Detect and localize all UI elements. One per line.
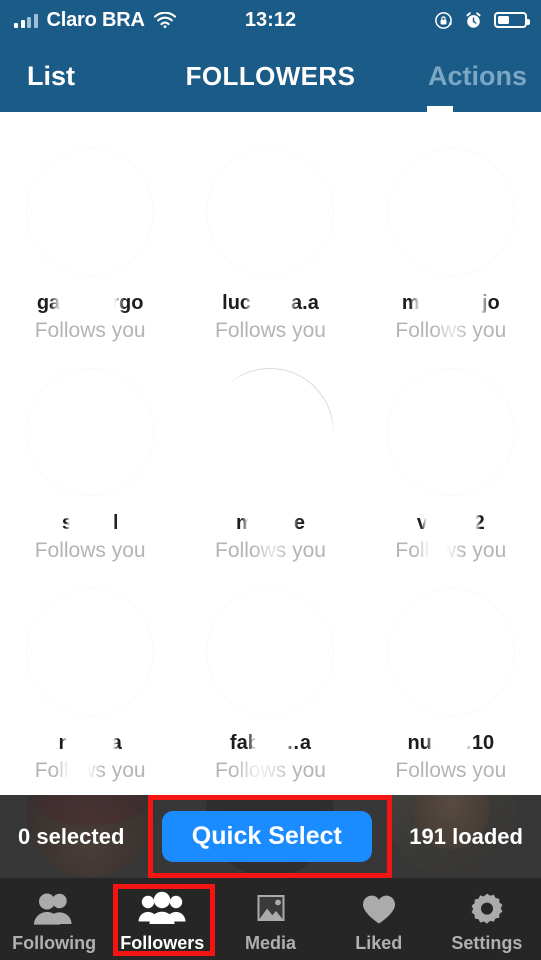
follower-username: m……sejo xyxy=(401,292,500,314)
follower-username: n……a xyxy=(58,732,122,754)
follower-cell[interactable]: ga……argo Follows you xyxy=(0,140,180,360)
user-avatar[interactable] xyxy=(26,588,155,716)
status-bar: Claro BRA 13:12 xyxy=(0,0,541,40)
image-icon xyxy=(245,889,297,929)
wifi-icon xyxy=(153,12,176,28)
follows-you-label: Follows you xyxy=(215,319,326,342)
three-people-icon xyxy=(136,889,188,929)
grid-row: s……l Follows you m……e Follows you vi……2 … xyxy=(0,360,541,580)
rotation-lock-icon xyxy=(434,11,453,30)
follows-you-label: Follows you xyxy=(34,319,146,342)
tab-bar: Following Followers Media Liked Settings xyxy=(0,878,541,960)
follower-username: fab……a xyxy=(229,732,312,754)
follower-username: luc……a.a xyxy=(222,292,319,314)
action-bar-content: 0 selected Quick Select 191 loaded xyxy=(0,795,541,878)
user-avatar[interactable] xyxy=(386,368,515,496)
grid-row: n……a Follows you fab……a Follows you nu……… xyxy=(0,580,541,795)
tab-label: Following xyxy=(12,932,97,953)
alarm-clock-icon xyxy=(464,11,483,30)
follower-cell[interactable]: vi……2 Follows you xyxy=(361,360,541,580)
follower-username: s……l xyxy=(61,512,119,534)
action-bar: 0 selected Quick Select 191 loaded xyxy=(0,795,541,878)
follows-you-label: Follows you xyxy=(215,539,326,562)
clock-label: 13:12 xyxy=(244,8,297,31)
follower-cell[interactable]: luc……a.a Follows you xyxy=(180,140,360,360)
followers-grid[interactable]: ga……argo Follows you luc……a.a Follows yo… xyxy=(0,112,541,795)
nav-bar: List FOLLOWERS Actions xyxy=(0,40,541,112)
status-bar-right xyxy=(434,11,530,30)
tab-following[interactable]: Following xyxy=(0,878,108,960)
follower-cell[interactable]: m……sejo Follows you xyxy=(361,140,541,360)
cellular-signal-icon xyxy=(14,13,38,28)
tab-label: Settings xyxy=(451,932,523,953)
follower-cell[interactable]: fab……a Follows you xyxy=(180,580,360,795)
selected-count-label: 0 selected xyxy=(18,823,125,849)
tab-label: Followers xyxy=(120,932,205,953)
carrier-label: Claro BRA xyxy=(46,8,145,31)
follows-you-label: Follows you xyxy=(395,319,507,342)
follower-username: m……e xyxy=(236,512,305,534)
status-bar-left: Claro BRA xyxy=(14,9,176,32)
follows-you-label: Follows you xyxy=(34,759,146,782)
battery-icon xyxy=(494,12,530,28)
follower-username: ga……argo xyxy=(36,292,144,314)
user-avatar[interactable] xyxy=(206,148,335,276)
user-avatar[interactable] xyxy=(386,588,515,716)
follower-cell[interactable]: n……a Follows you xyxy=(0,580,180,795)
grid-row: ga……argo Follows you luc……a.a Follows yo… xyxy=(0,140,541,360)
user-avatar[interactable] xyxy=(26,368,155,496)
heart-icon xyxy=(353,889,405,929)
tab-media[interactable]: Media xyxy=(216,878,324,960)
app-root: Claro BRA 13:12 List FOLLOWERS Actions g… xyxy=(0,0,541,960)
gear-icon xyxy=(461,889,513,929)
follower-username: nu……10 xyxy=(407,732,495,754)
actions-button[interactable]: Actions xyxy=(428,61,527,92)
follower-cell[interactable]: s……l Follows you xyxy=(0,360,180,580)
follower-cell[interactable]: m……e Follows you xyxy=(180,360,360,580)
loaded-count-label: 191 loaded xyxy=(409,823,523,849)
user-avatar[interactable] xyxy=(206,588,335,716)
user-avatar[interactable] xyxy=(206,368,335,496)
tab-liked[interactable]: Liked xyxy=(325,878,433,960)
tab-label: Liked xyxy=(355,932,403,953)
two-people-icon xyxy=(28,889,80,929)
follows-you-label: Follows you xyxy=(395,759,507,782)
follows-you-label: Follows you xyxy=(395,539,507,562)
follows-you-label: Follows you xyxy=(34,539,146,562)
follows-you-label: Follows you xyxy=(215,759,326,782)
tab-label: Media xyxy=(245,932,297,953)
quick-select-button[interactable]: Quick Select xyxy=(161,811,372,862)
user-avatar[interactable] xyxy=(386,148,515,276)
follower-username: vi……2 xyxy=(416,512,485,534)
tab-settings[interactable]: Settings xyxy=(433,878,541,960)
tab-followers[interactable]: Followers xyxy=(108,878,216,960)
user-avatar[interactable] xyxy=(26,148,155,276)
follower-cell[interactable]: nu……10 Follows you xyxy=(361,580,541,795)
